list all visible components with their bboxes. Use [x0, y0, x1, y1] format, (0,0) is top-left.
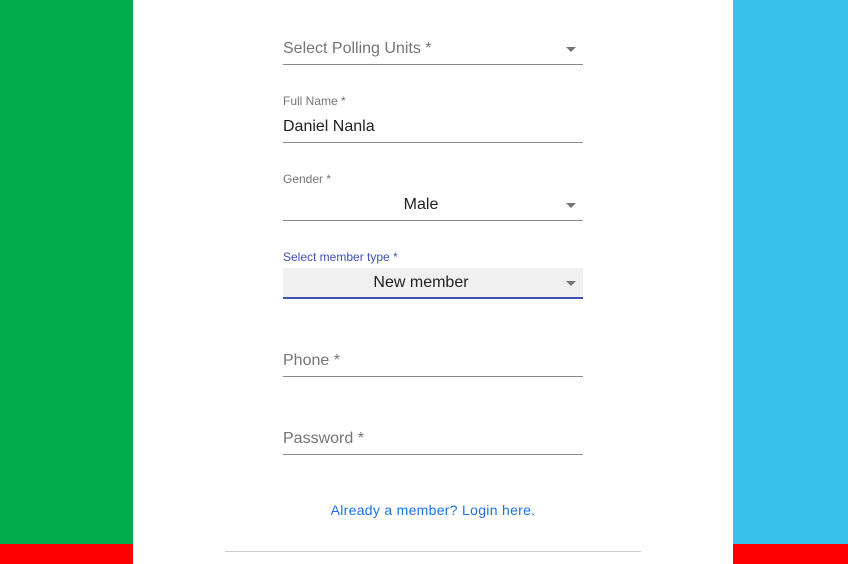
member-type-label: Select member type * — [283, 250, 398, 264]
polling-unit-select[interactable]: Select Polling Units * — [283, 36, 583, 66]
full-name-field[interactable]: Full Name * Daniel Nanla — [283, 94, 583, 144]
registration-panel: Select Polling Units * Full Name * Danie… — [133, 0, 733, 564]
member-type-underline — [283, 297, 583, 299]
gender-label: Gender * — [283, 172, 332, 186]
gender-value: Male — [403, 196, 439, 213]
stripe-red-left — [0, 544, 133, 564]
stripe-green — [0, 0, 133, 544]
polling-unit-placeholder: Select Polling Units * — [283, 40, 432, 57]
password-field[interactable]: Password * — [283, 426, 583, 456]
phone-placeholder: Phone * — [283, 352, 340, 369]
chevron-down-icon — [566, 281, 576, 286]
bottom-divider — [225, 551, 641, 552]
gender-select[interactable]: Gender * Male — [283, 172, 583, 222]
login-link[interactable]: Already a member? Login here. — [133, 502, 733, 518]
password-underline — [283, 454, 583, 455]
member-type-select[interactable]: Select member type * New member — [283, 250, 583, 300]
chevron-down-icon — [566, 47, 576, 52]
password-placeholder: Password * — [283, 430, 364, 447]
full-name-input[interactable]: Daniel Nanla — [283, 118, 375, 136]
full-name-underline — [283, 142, 583, 143]
phone-field[interactable]: Phone * — [283, 348, 583, 378]
member-type-value: New member — [373, 274, 469, 291]
full-name-label: Full Name * — [283, 94, 346, 108]
gender-underline — [283, 220, 583, 221]
polling-unit-underline — [283, 64, 583, 65]
phone-underline — [283, 376, 583, 377]
chevron-down-icon — [566, 203, 576, 208]
stripe-blue — [733, 0, 848, 544]
stripe-red-right — [733, 544, 848, 564]
